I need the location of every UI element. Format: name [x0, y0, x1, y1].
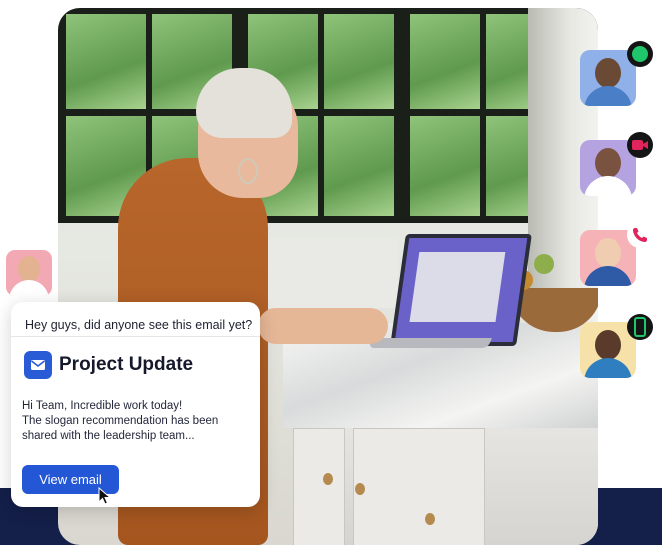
video-camera-icon [627, 132, 653, 158]
mail-icon [24, 351, 52, 379]
chat-message-text: Hey guys, did anyone see this email yet? [25, 318, 253, 332]
mobile-phone-icon [627, 314, 653, 340]
email-title: Project Update [59, 354, 194, 375]
chat-sender-avatar [6, 250, 52, 296]
email-preview-line: The slogan recommendation has been [22, 415, 219, 427]
kitchen-island [293, 418, 598, 545]
online-status-dot [627, 41, 653, 67]
chat-message-card: Hey guys, did anyone see this email yet?… [11, 302, 260, 507]
laptop [390, 234, 532, 346]
mouse-pointer-icon [98, 487, 112, 505]
phone-icon [627, 222, 653, 248]
email-preview-line: shared with the leadership team... [22, 430, 195, 442]
divider [11, 336, 260, 337]
email-preview-line: Hi Team, Incredible work today! [22, 400, 183, 412]
email-preview: Hi Team, Incredible work today! The slog… [22, 399, 252, 444]
